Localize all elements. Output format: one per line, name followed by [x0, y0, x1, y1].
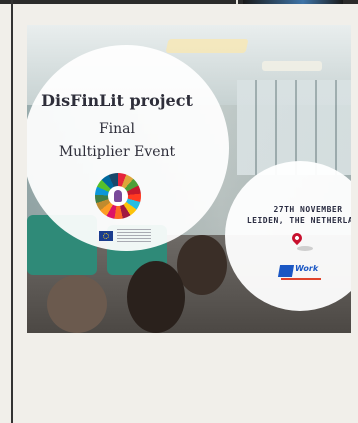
event-date: 27TH NOVEMBER	[273, 205, 343, 214]
left-border-line	[11, 0, 13, 423]
eu-funding-text	[117, 229, 151, 243]
sdg-wheel-icon	[95, 173, 141, 219]
photo-attendee	[127, 261, 185, 333]
partner-logo-badge	[277, 265, 295, 277]
partner-logo: Work	[277, 264, 325, 280]
top-strip	[0, 0, 358, 4]
partner-logo-text: Work	[295, 264, 319, 273]
photo-attendee	[177, 235, 227, 295]
top-strip-divider	[236, 0, 238, 4]
event-location: LEIDEN, THE NETHERLANDS	[246, 216, 351, 225]
eu-flag-icon	[99, 231, 113, 241]
sdg-wheel-center	[108, 186, 128, 206]
photo-attendee	[47, 275, 107, 333]
event-post-image[interactable]: DisFinLit project Final Multiplier Event…	[27, 25, 351, 333]
event-subtitle-line1: Final	[98, 121, 136, 137]
photo-ceiling-light	[262, 61, 322, 71]
event-subtitle-line2: Multiplier Event	[58, 144, 176, 160]
partner-logo-underline	[281, 278, 321, 280]
photo-ceiling-light	[165, 39, 249, 53]
top-thumbnail[interactable]	[243, 0, 343, 4]
map-pin-shadow	[297, 246, 313, 251]
event-title: DisFinLit project	[41, 91, 193, 110]
